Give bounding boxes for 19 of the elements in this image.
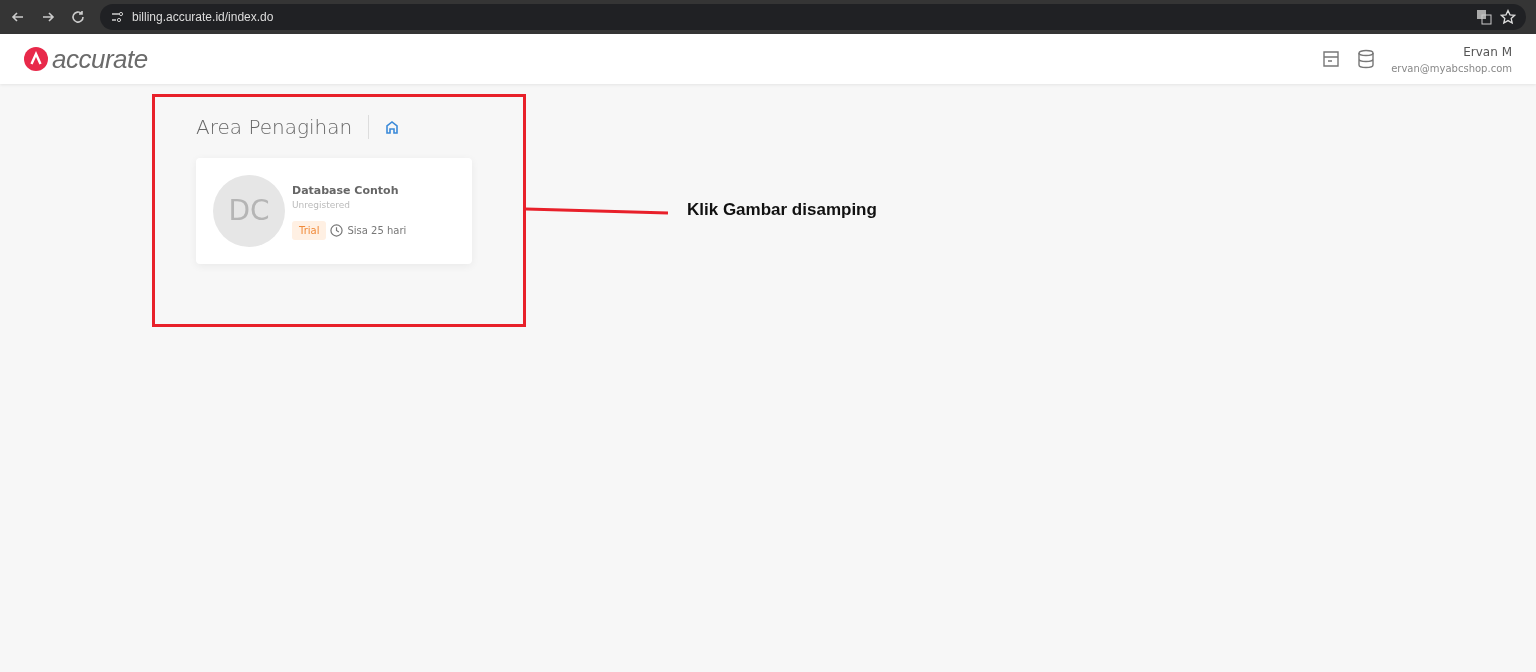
site-settings-icon[interactable] — [110, 10, 124, 24]
annotation-text: Klik Gambar disamping — [687, 199, 877, 221]
database-icon[interactable] — [1357, 49, 1376, 69]
translate-icon[interactable] — [1476, 9, 1492, 25]
logo-icon — [24, 47, 48, 71]
registration-status: Unregistered — [292, 199, 352, 212]
star-icon[interactable] — [1500, 9, 1516, 25]
page-title: Area Penagihan — [196, 114, 353, 141]
logo-text: accurate — [52, 42, 148, 76]
address-bar[interactable]: billing.accurate.id/index.do — [100, 4, 1526, 30]
database-name: Database Contoh — [292, 182, 400, 199]
remaining-days: Sisa 25 hari — [347, 222, 407, 238]
user-name: Ervan M — [1462, 43, 1512, 61]
user-email: ervan@myabcshop.com — [1391, 61, 1512, 76]
trial-badge: Trial — [292, 220, 327, 240]
clock-icon — [330, 223, 344, 237]
reload-icon[interactable] — [70, 9, 86, 25]
home-icon[interactable] — [385, 120, 400, 134]
archive-icon[interactable] — [1321, 49, 1342, 69]
